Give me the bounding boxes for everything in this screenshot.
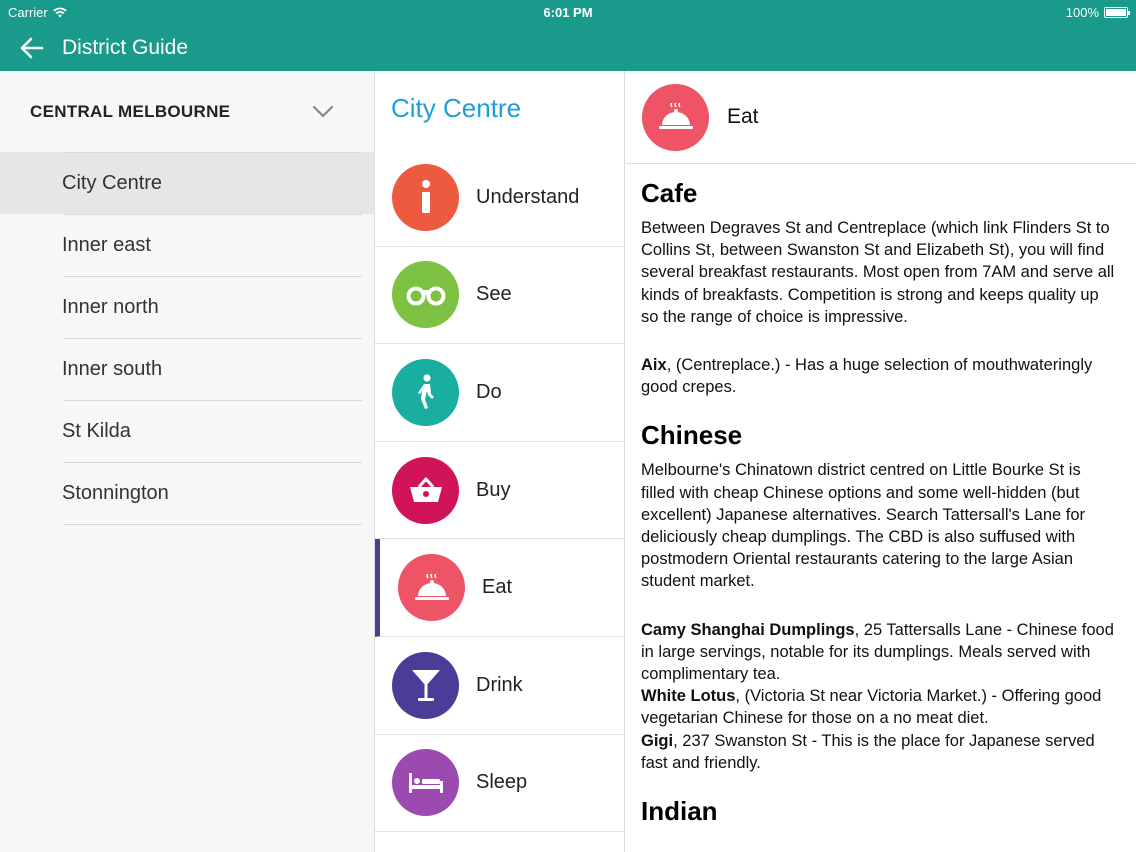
district-label: Inner south bbox=[62, 357, 163, 380]
district-label: St Kilda bbox=[62, 419, 131, 442]
category-icon-circle bbox=[392, 749, 459, 817]
district-title: City Centre bbox=[391, 93, 522, 123]
category-label: Do bbox=[476, 380, 502, 403]
category-label: Understand bbox=[476, 185, 580, 208]
district-item-inner-south[interactable]: Inner south bbox=[0, 338, 374, 400]
listing: Gigi, 237 Swanston St - This is the plac… bbox=[641, 730, 1116, 774]
district-label: Stonnington bbox=[62, 481, 169, 504]
category-panel: City Centre Understand See Do Buy Eat Dr… bbox=[375, 71, 625, 852]
section-intro: Between Degraves St and Centreplace (whi… bbox=[641, 219, 1115, 326]
category-label: Buy bbox=[476, 478, 511, 501]
listing-name: Camy Shanghai Dumplings bbox=[641, 620, 855, 639]
category-icon-circle bbox=[392, 261, 459, 329]
category-item-drink[interactable]: Drink bbox=[375, 637, 624, 735]
top-bar: Carrier 6:01 PM 100% District Guide bbox=[0, 0, 1136, 71]
district-item-city-centre[interactable]: City Centre bbox=[0, 152, 374, 214]
section-heading-chinese: Chinese bbox=[641, 420, 743, 451]
region-label: CENTRAL MELBOURNE bbox=[30, 101, 231, 121]
nav-bar: District Guide bbox=[0, 24, 1136, 71]
detail-header: Eat bbox=[626, 71, 1136, 164]
listing: White Lotus, (Victoria St near Victoria … bbox=[641, 685, 1116, 729]
listing-name: White Lotus bbox=[641, 687, 736, 706]
chevron-down-icon bbox=[312, 105, 334, 117]
category-icon-circle bbox=[642, 83, 709, 151]
listing-text: , (Centreplace.) - Has a huge selection … bbox=[641, 356, 1093, 397]
section-intro: Melbourne's Chinatown district centred o… bbox=[641, 461, 1086, 591]
category-item-see[interactable]: See bbox=[375, 247, 624, 345]
category-label: Sleep bbox=[476, 771, 528, 794]
back-button[interactable] bbox=[0, 24, 62, 71]
listing-name: Gigi bbox=[641, 731, 674, 750]
listing: Camy Shanghai Dumplings, 25 Tattersalls … bbox=[641, 619, 1116, 686]
category-label: Eat bbox=[482, 576, 513, 599]
battery-icon bbox=[1104, 7, 1130, 18]
detail-content: Cafe Between Degraves St and Centreplace… bbox=[626, 164, 1136, 827]
category-item-understand[interactable]: Understand bbox=[375, 149, 624, 247]
category-icon-circle bbox=[392, 651, 459, 719]
section-heading-cafe: Cafe bbox=[641, 178, 698, 208]
district-item-stonnington[interactable]: Stonnington bbox=[0, 462, 374, 524]
bed-icon bbox=[408, 772, 443, 793]
district-list-panel: CENTRAL MELBOURNE City Centre Inner east… bbox=[0, 71, 375, 852]
category-icon-circle bbox=[398, 554, 465, 622]
battery-indicator: 100% bbox=[1065, 5, 1130, 20]
cocktail-glass-icon bbox=[411, 670, 440, 702]
listing-name: Aix bbox=[641, 356, 667, 375]
category-icon-circle bbox=[392, 456, 459, 524]
status-bar: Carrier 6:01 PM 100% bbox=[0, 0, 1136, 24]
section-heading-indian: Indian bbox=[641, 796, 718, 827]
binoculars-icon bbox=[406, 286, 445, 306]
listing-text: , 237 Swanston St - This is the place fo… bbox=[641, 731, 1095, 772]
category-item-do[interactable]: Do bbox=[375, 344, 624, 442]
district-item-inner-north[interactable]: Inner north bbox=[0, 276, 374, 338]
info-icon bbox=[421, 180, 430, 214]
district-label: Inner east bbox=[62, 233, 151, 256]
category-label: Drink bbox=[476, 673, 523, 696]
detail-title: Eat bbox=[727, 105, 759, 128]
category-icon-circle bbox=[392, 358, 459, 426]
category-item-buy[interactable]: Buy bbox=[375, 442, 624, 540]
shopping-basket-icon bbox=[409, 477, 442, 503]
district-item-inner-east[interactable]: Inner east bbox=[0, 214, 374, 276]
food-cloche-icon bbox=[658, 103, 693, 129]
region-dropdown[interactable]: CENTRAL MELBOURNE bbox=[0, 71, 374, 152]
food-cloche-icon bbox=[414, 573, 449, 600]
detail-panel: Eat Cafe Between Degraves St and Centrep… bbox=[626, 71, 1136, 852]
category-item-sleep[interactable]: Sleep bbox=[375, 735, 624, 833]
divider bbox=[64, 524, 362, 525]
listing: Aix, (Centreplace.) - Has a huge selecti… bbox=[641, 354, 1116, 398]
district-label: Inner north bbox=[62, 295, 159, 318]
battery-label: 100% bbox=[1065, 5, 1099, 20]
walking-person-icon bbox=[417, 374, 434, 410]
page-title: District Guide bbox=[62, 35, 189, 59]
district-label: City Centre bbox=[62, 171, 163, 194]
district-item-st-kilda[interactable]: St Kilda bbox=[0, 400, 374, 462]
clock: 6:01 PM bbox=[543, 5, 593, 20]
category-label: See bbox=[476, 283, 512, 306]
category-item-eat[interactable]: Eat bbox=[375, 539, 624, 637]
back-arrow-icon bbox=[20, 37, 44, 58]
category-icon-circle bbox=[392, 163, 459, 231]
